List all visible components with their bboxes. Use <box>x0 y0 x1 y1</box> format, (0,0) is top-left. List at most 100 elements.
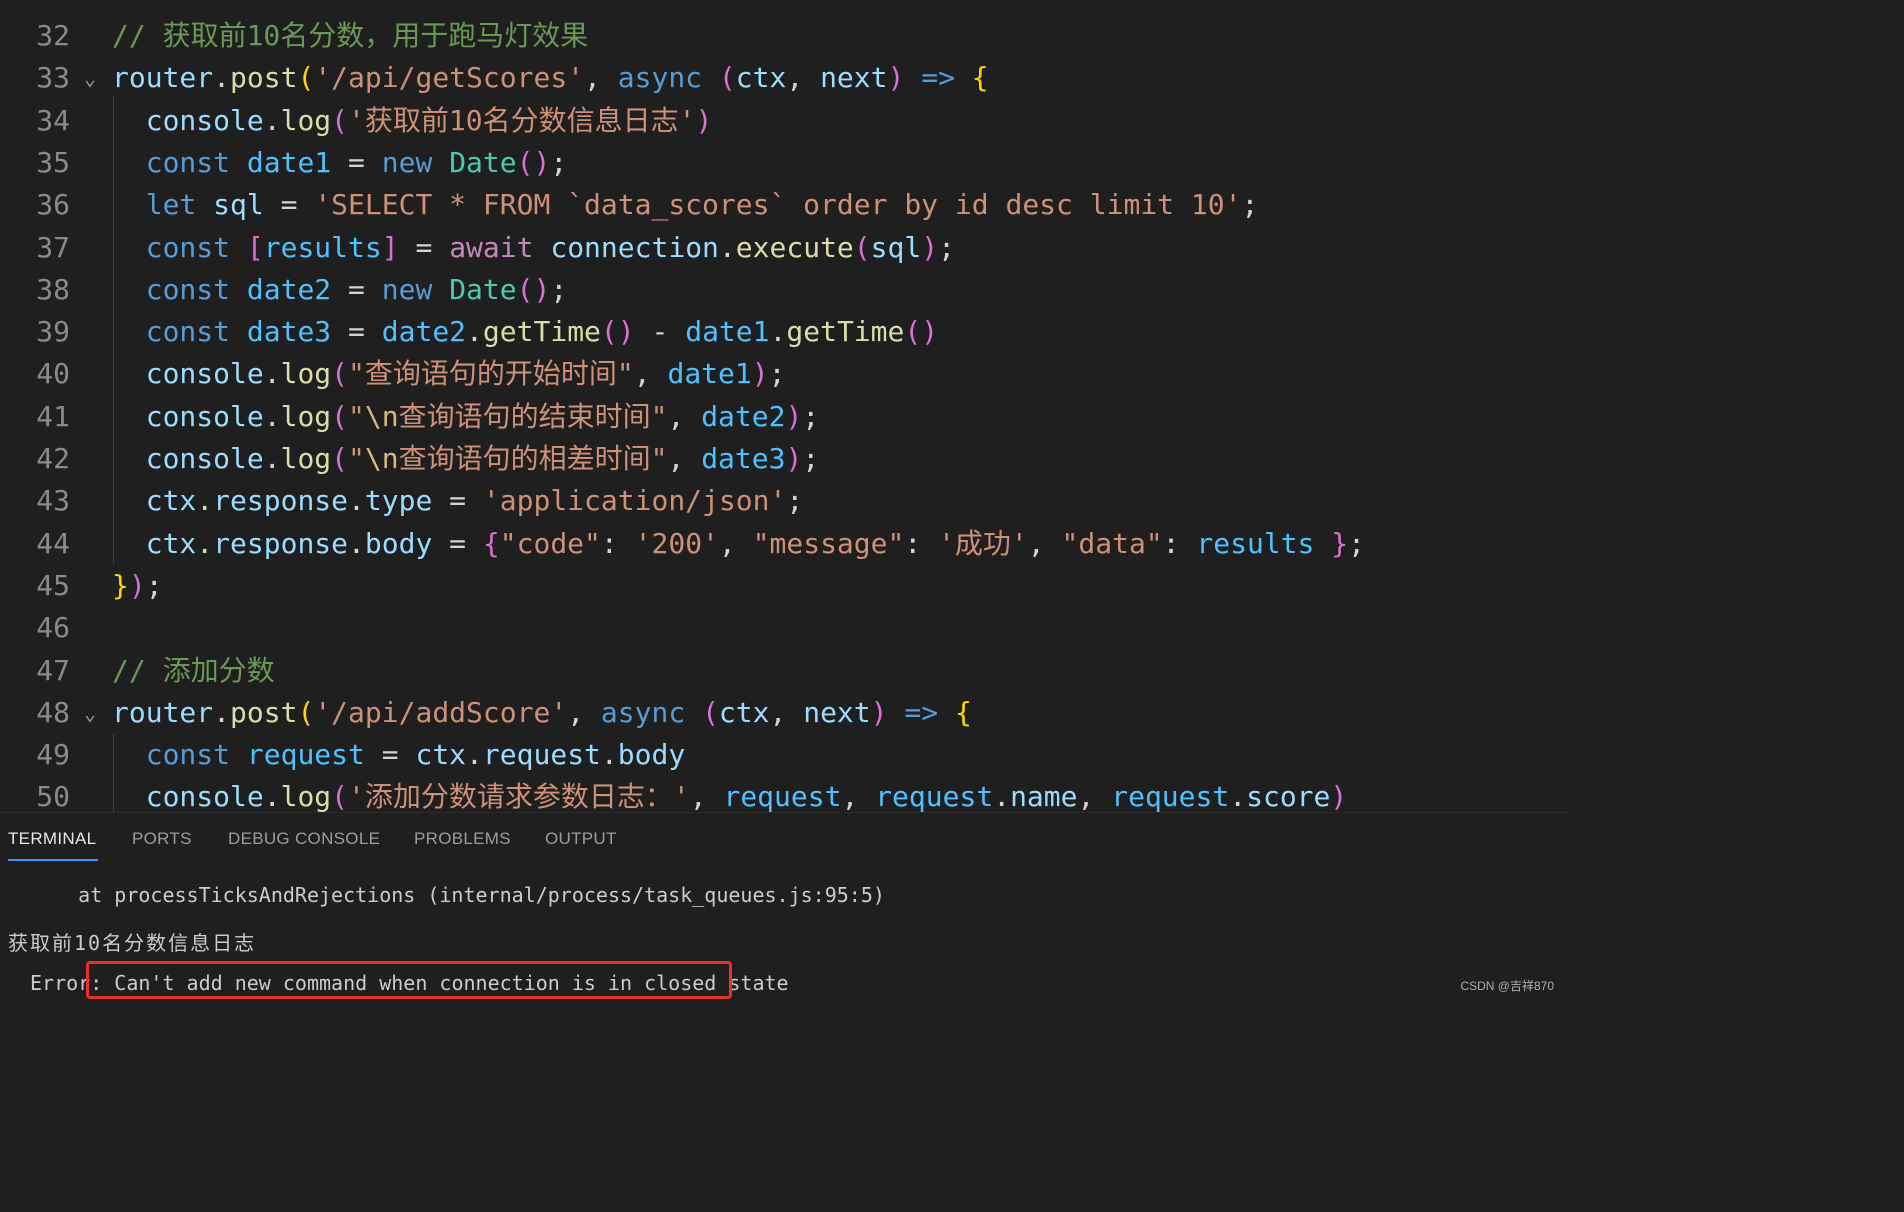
code-token: ; <box>550 272 568 306</box>
code-token: ; <box>1348 526 1365 560</box>
code-token: = <box>331 315 382 349</box>
code-token: ) <box>695 103 713 137</box>
code-token: date3 <box>701 442 786 475</box>
fold-chevron-icon[interactable]: ⌄ <box>84 692 96 734</box>
tab-problems[interactable]: PROBLEMS <box>414 829 511 849</box>
tab-output[interactable]: OUTPUT <box>545 829 617 849</box>
active-tab-indicator <box>8 859 98 861</box>
code-line[interactable]: 40 console.log("查询语句的开始时间", date1); <box>0 353 1568 395</box>
code-token: date2 <box>246 272 332 306</box>
line-number: 37 <box>36 230 70 264</box>
code-line[interactable]: 47 // 添加分数 <box>0 650 1568 692</box>
code-token: ; <box>145 568 163 602</box>
code-token: ; <box>768 357 786 391</box>
code-token: ( <box>331 357 349 391</box>
code-token: . <box>196 484 214 518</box>
code-line[interactable]: 36 let sql = 'SELECT * FROM `data_scores… <box>0 184 1568 226</box>
code-token: Date <box>449 272 517 306</box>
line-number: 50 <box>36 780 70 812</box>
watermark: CSDN @吉祥870 <box>1460 979 1554 993</box>
code-token: async <box>600 695 686 729</box>
code-line[interactable]: 41 console.log("\n查询语句的结束时间", date2); <box>0 396 1568 438</box>
line-number: 35 <box>36 145 70 179</box>
terminal-log-line: 获取前10名分数信息日志 <box>8 931 257 955</box>
code-token: ( <box>297 695 315 729</box>
code-token: ctx <box>145 484 197 518</box>
code-line[interactable]: 33 ⌄ router.post('/api/getScores', async (… <box>0 57 1568 99</box>
code-token: . <box>263 780 281 812</box>
code-text: router.post('/api/getScores', async (ctx… <box>112 57 989 99</box>
code-line[interactable]: 35 const date1 = new Date(); <box>0 142 1568 184</box>
code-token: " <box>348 399 365 433</box>
line-number: 39 <box>36 315 70 349</box>
code-token: getTime <box>482 315 601 349</box>
tab-debug-console[interactable]: DEBUG CONSOLE <box>228 829 380 849</box>
code-token: , <box>633 357 668 391</box>
code-token: request <box>875 780 994 812</box>
code-line[interactable]: 48 ⌄ router.post('/api/addScore', async (c… <box>0 692 1568 734</box>
code-token: ( <box>331 103 349 137</box>
code-token: router <box>112 61 214 95</box>
code-line[interactable]: 49 const request = ctx.request.body <box>0 734 1568 776</box>
code-token: log <box>280 357 332 391</box>
code-token: new <box>381 272 433 306</box>
code-token: => <box>904 695 939 729</box>
code-token: '添加分数请求参数日志：' <box>348 780 690 812</box>
code-token: console <box>145 103 264 137</box>
code-token: ; <box>786 484 804 518</box>
code-token: response <box>213 484 349 518</box>
code-token: 'SELECT * FROM `data_scores` order by id… <box>314 188 1242 222</box>
code-line[interactable]: 50 console.log('添加分数请求参数日志：', request, r… <box>0 776 1568 812</box>
tab-terminal[interactable]: TERMINAL <box>8 829 96 849</box>
code-token: , <box>667 399 702 433</box>
code-editor[interactable]: 32// 获取前10名分数，用于跑马灯效果 33 ⌄ router.post('/ap… <box>0 0 1568 812</box>
code-token: date3 <box>246 315 332 349</box>
code-token: ( <box>297 61 315 95</box>
code-token: body <box>617 738 686 772</box>
code-token: \n <box>364 399 399 433</box>
code-token: : <box>600 526 635 560</box>
code-line[interactable]: 32 // 获取前10名分数，用于跑马灯效果 <box>0 15 1568 57</box>
code-token: , <box>841 780 876 812</box>
code-token: . <box>466 315 483 349</box>
bottom-panel: TERMINAL PORTS DEBUG CONSOLE PROBLEMS OU… <box>0 812 1568 999</box>
code-token: ; <box>802 442 820 475</box>
code-token: '/api/addScore' <box>314 695 568 729</box>
code-token: post <box>230 695 298 729</box>
code-line[interactable]: 46 <box>0 607 1568 649</box>
code-token: . <box>213 61 231 95</box>
code-line[interactable]: 37 const [results] = await connection.ex… <box>0 227 1568 269</box>
code-line[interactable]: 34 console.log('获取前10名分数信息日志') <box>0 100 1568 142</box>
code-token: () <box>516 145 551 179</box>
code-token: 'application/json' <box>482 484 787 518</box>
code-token: request <box>1111 780 1230 812</box>
line-number: 33 <box>36 61 70 95</box>
code-token: await <box>449 230 534 264</box>
code-token: => <box>921 61 955 95</box>
line-number: 32 <box>36 19 70 52</box>
code-token: router <box>112 695 214 729</box>
code-line[interactable]: 42 console.log("\n查询语句的相差时间", date3); <box>0 438 1568 480</box>
code-line[interactable]: 39 const date3 = date2.getTime() - date1… <box>0 311 1568 353</box>
code-line[interactable]: 38 const date2 = new Date(); <box>0 269 1568 311</box>
fold-chevron-icon[interactable]: ⌄ <box>84 57 96 99</box>
code-token: = <box>398 230 450 264</box>
tab-ports[interactable]: PORTS <box>132 829 192 849</box>
code-token: , <box>667 442 702 475</box>
code-token: () <box>904 315 939 349</box>
code-line[interactable]: 45}); <box>0 565 1568 607</box>
code-line[interactable]: 44 ctx.response.body = {"code": '200', "… <box>0 523 1568 565</box>
code-line[interactable]: 43 ctx.response.type = 'application/json… <box>0 480 1568 522</box>
code-text: const date1 = new Date(); <box>112 142 567 184</box>
